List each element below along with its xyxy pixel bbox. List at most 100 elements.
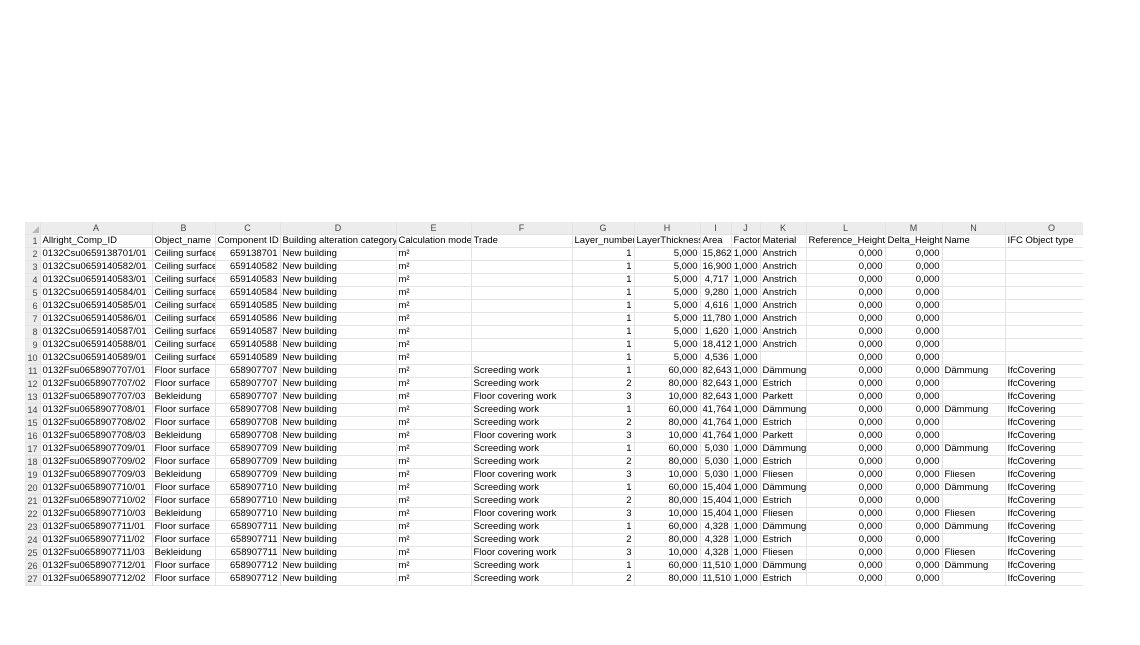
cell[interactable]: 659140582 [215, 260, 281, 274]
cell[interactable]: 1 [572, 247, 635, 261]
cell[interactable] [1005, 260, 1083, 274]
cell[interactable]: 5,000 [634, 325, 701, 339]
cell[interactable]: 60,000 [634, 559, 701, 573]
cell[interactable]: 0,000 [885, 403, 943, 417]
column-header-n[interactable]: N [942, 222, 1006, 235]
cell[interactable]: Ceiling surface [152, 273, 216, 287]
cell[interactable]: 2 [572, 416, 635, 430]
cell[interactable]: 0,000 [806, 481, 886, 495]
cell[interactable]: Dämmung [942, 481, 1006, 495]
cell[interactable]: 1 [572, 338, 635, 352]
cell[interactable]: 0,000 [806, 416, 886, 430]
cell[interactable]: Dämmung [942, 364, 1006, 378]
cell[interactable]: 1,000 [731, 390, 761, 404]
cell[interactable]: m² [396, 364, 472, 378]
cell[interactable]: 1,000 [731, 260, 761, 274]
cell[interactable]: Anstrich [760, 299, 807, 313]
column-header-m[interactable]: M [885, 222, 943, 235]
cell[interactable] [471, 312, 573, 326]
cell[interactable]: 658907710 [215, 507, 281, 521]
cell[interactable] [1005, 325, 1083, 339]
column-header-g[interactable]: G [572, 222, 635, 235]
row-number[interactable]: 7 [25, 312, 41, 326]
cell[interactable]: m² [396, 299, 472, 313]
cell[interactable]: Bekleidung [152, 546, 216, 560]
cell[interactable]: Fliesen [942, 468, 1006, 482]
cell[interactable]: New building [280, 455, 397, 469]
cell[interactable]: 0,000 [885, 312, 943, 326]
cell[interactable]: Dämmung [760, 442, 807, 456]
cell[interactable]: 60,000 [634, 442, 701, 456]
cell[interactable]: 658907711 [215, 533, 281, 547]
cell[interactable]: 0132Fsu0658907709/01 [40, 442, 153, 456]
cell[interactable]: 659140588 [215, 338, 281, 352]
cell[interactable]: Ceiling surface [152, 325, 216, 339]
cell[interactable]: New building [280, 403, 397, 417]
cell[interactable]: Floor surface [152, 416, 216, 430]
cell[interactable]: 658907707 [215, 390, 281, 404]
cell[interactable] [471, 273, 573, 287]
cell[interactable]: 5,030 [700, 442, 732, 456]
cell[interactable]: New building [280, 338, 397, 352]
cell[interactable]: Parkett [760, 390, 807, 404]
cell[interactable]: 658907708 [215, 416, 281, 430]
cell[interactable]: 1,000 [731, 351, 761, 365]
cell[interactable]: 4,328 [700, 520, 732, 534]
cell[interactable]: 1 [572, 299, 635, 313]
column-header-j[interactable]: J [731, 222, 761, 235]
cell[interactable]: m² [396, 247, 472, 261]
header-cell[interactable]: Trade [471, 234, 573, 248]
cell[interactable]: 1,000 [731, 546, 761, 560]
select-all-corner[interactable] [25, 222, 41, 235]
cell[interactable]: m² [396, 286, 472, 300]
row-number[interactable]: 18 [25, 455, 41, 469]
cell[interactable] [942, 572, 1006, 586]
cell[interactable]: 4,328 [700, 546, 732, 560]
cell[interactable]: 2 [572, 533, 635, 547]
cell[interactable] [942, 351, 1006, 365]
spreadsheet-grid[interactable]: ABCDEFGHIJKLMNO 1 Allright_Comp_ID Object_… [25, 222, 1083, 588]
cell[interactable]: Dämmung [942, 520, 1006, 534]
cell[interactable]: 0,000 [806, 325, 886, 339]
cell[interactable]: 0,000 [806, 559, 886, 573]
cell[interactable]: New building [280, 520, 397, 534]
cell[interactable]: 0132Csu0659140586/01 [40, 312, 153, 326]
header-cell[interactable]: Component ID [215, 234, 281, 248]
cell[interactable]: 1,000 [731, 299, 761, 313]
cell[interactable] [1005, 273, 1083, 287]
cell[interactable]: Bekleidung [152, 390, 216, 404]
cell[interactable]: 1,000 [731, 325, 761, 339]
cell[interactable]: 0132Fsu0658907708/01 [40, 403, 153, 417]
row-number[interactable]: 24 [25, 533, 41, 547]
cell[interactable]: 1 [572, 273, 635, 287]
cell[interactable]: 5,000 [634, 273, 701, 287]
row-number[interactable]: 1 [25, 234, 41, 248]
cell[interactable]: 1,000 [731, 247, 761, 261]
column-header-f[interactable]: F [471, 222, 573, 235]
header-cell[interactable]: Factor [731, 234, 761, 248]
cell[interactable] [471, 299, 573, 313]
header-cell[interactable]: Area [700, 234, 732, 248]
cell[interactable]: 2 [572, 455, 635, 469]
cell[interactable]: Floor surface [152, 364, 216, 378]
row-number[interactable]: 9 [25, 338, 41, 352]
cell[interactable]: Floor covering work [471, 468, 573, 482]
cell[interactable]: Anstrich [760, 247, 807, 261]
cell[interactable]: 80,000 [634, 494, 701, 508]
cell[interactable]: 82,643 [700, 364, 732, 378]
cell[interactable]: Floor covering work [471, 429, 573, 443]
cell[interactable]: 41,764 [700, 416, 732, 430]
cell[interactable]: 0,000 [885, 494, 943, 508]
cell[interactable]: Floor surface [152, 455, 216, 469]
cell[interactable]: 658907712 [215, 572, 281, 586]
cell[interactable]: Dämmung [942, 403, 1006, 417]
cell[interactable] [942, 299, 1006, 313]
cell[interactable]: 1,000 [731, 455, 761, 469]
cell[interactable]: m² [396, 507, 472, 521]
header-cell[interactable]: Reference_Height [806, 234, 886, 248]
cell[interactable]: 0,000 [885, 429, 943, 443]
cell[interactable]: 1 [572, 312, 635, 326]
cell[interactable]: m² [396, 572, 472, 586]
cell[interactable]: 0,000 [885, 572, 943, 586]
cell[interactable]: IfcCovering [1005, 377, 1083, 391]
